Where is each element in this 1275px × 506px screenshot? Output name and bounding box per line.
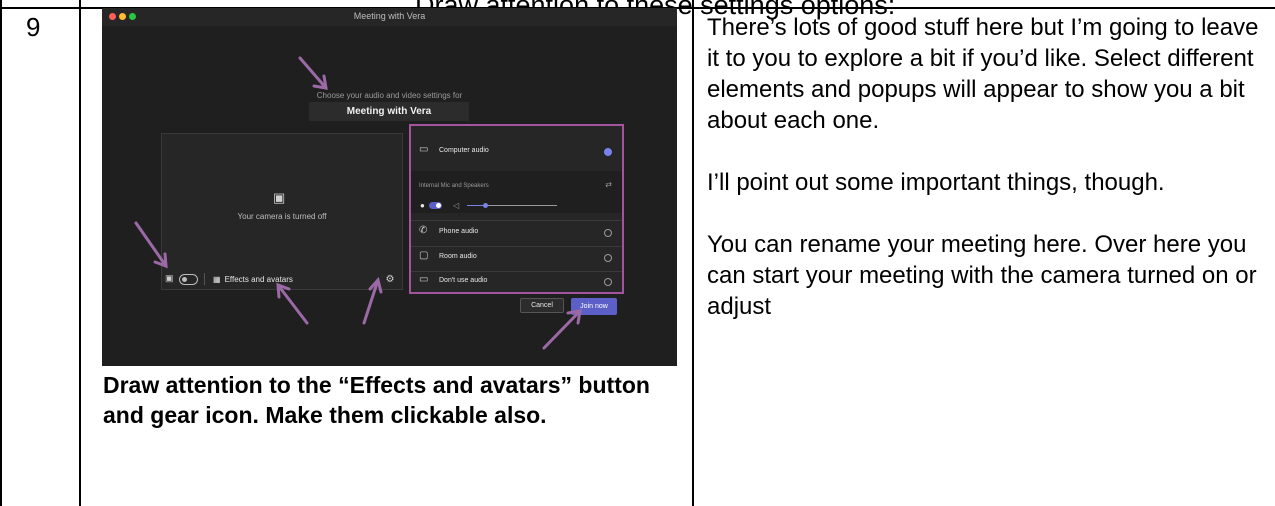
effects-and-avatars-button[interactable]: ▦ Effects and avatars: [210, 271, 296, 287]
table-border-left: [0, 0, 2, 506]
no-audio-icon: ▭: [419, 274, 429, 285]
arrow-to-effects-button: [276, 282, 309, 325]
speaker-icon: ◁: [453, 201, 460, 210]
microphone-icon: ●: [420, 201, 425, 210]
audio-device-label: Internal Mic and Speakers: [419, 183, 489, 189]
camera-controls: ▣ ▦ Effects and avatars ⚙: [161, 271, 401, 289]
arrow-to-join-button: [542, 309, 582, 350]
choose-settings-text: Choose your audio and video settings for: [316, 91, 463, 100]
narration-paragraph: You can rename your meeting here. Over h…: [707, 231, 1257, 320]
camera-toggle[interactable]: [179, 274, 198, 285]
effects-icon: ▦: [213, 274, 221, 284]
computer-audio-option[interactable]: ▭ Computer audio: [411, 142, 622, 162]
camera-off-text: Your camera is turned off: [237, 212, 327, 221]
computer-audio-icon: ▭: [419, 144, 429, 155]
table-border-col1: [79, 0, 81, 506]
narration-paragraph: There’s lots of good stuff here but I’m …: [707, 14, 1259, 134]
volume-knob[interactable]: [483, 203, 488, 208]
microphone-toggle[interactable]: [429, 202, 442, 209]
audio-device-settings: Internal Mic and Speakers ⇄ ● ◁: [411, 171, 622, 213]
table-border-col2: [692, 0, 694, 506]
divider: [411, 246, 622, 247]
room-icon: ▢: [419, 250, 429, 261]
phone-icon: ✆: [419, 225, 428, 236]
narration-column: There’s lots of good stuff here but I’m …: [707, 12, 1267, 322]
volume-slider[interactable]: [467, 205, 557, 206]
cancel-button[interactable]: Cancel: [520, 298, 564, 313]
teams-screenshot: Meeting with Vera Choose your audio and …: [102, 8, 677, 366]
room-audio-radio[interactable]: [604, 254, 612, 262]
camera-preview: ▣ Your camera is turned off: [161, 133, 403, 290]
phone-audio-option[interactable]: ✆ Phone audio: [411, 223, 622, 243]
no-audio-radio[interactable]: [604, 278, 612, 286]
phone-audio-label: Phone audio: [439, 228, 479, 235]
gear-icon[interactable]: ⚙: [383, 271, 397, 287]
divider: [411, 220, 622, 221]
meeting-name-field[interactable]: Meeting with Vera: [309, 102, 469, 121]
divider: [204, 273, 205, 285]
phone-audio-radio[interactable]: [604, 229, 612, 237]
no-audio-label: Don't use audio: [439, 277, 488, 284]
room-audio-label: Room audio: [439, 253, 477, 260]
window-titlebar: Meeting with Vera: [102, 8, 677, 26]
computer-audio-radio[interactable]: [604, 148, 612, 156]
computer-audio-label: Computer audio: [439, 147, 489, 154]
arrow-to-meeting-name: [298, 56, 328, 90]
audio-settings-icon[interactable]: ⇄: [605, 180, 612, 189]
join-now-button[interactable]: Join now: [571, 298, 617, 315]
effects-label: Effects and avatars: [224, 274, 293, 284]
window-title: Meeting with Vera: [353, 11, 426, 21]
caption: Draw attention to the “Effects and avata…: [103, 372, 650, 428]
narration-paragraph: I’ll point out some important things, th…: [707, 169, 1165, 196]
room-audio-option[interactable]: ▢ Room audio: [411, 248, 622, 268]
audio-options-panel: ▭ Computer audio Internal Mic and Speake…: [409, 124, 624, 294]
camera-off-icon: ▣: [273, 190, 286, 205]
no-audio-option[interactable]: ▭ Don't use audio: [411, 272, 622, 292]
camera-icon: ▣: [165, 273, 174, 283]
row-number: 9: [26, 12, 41, 42]
